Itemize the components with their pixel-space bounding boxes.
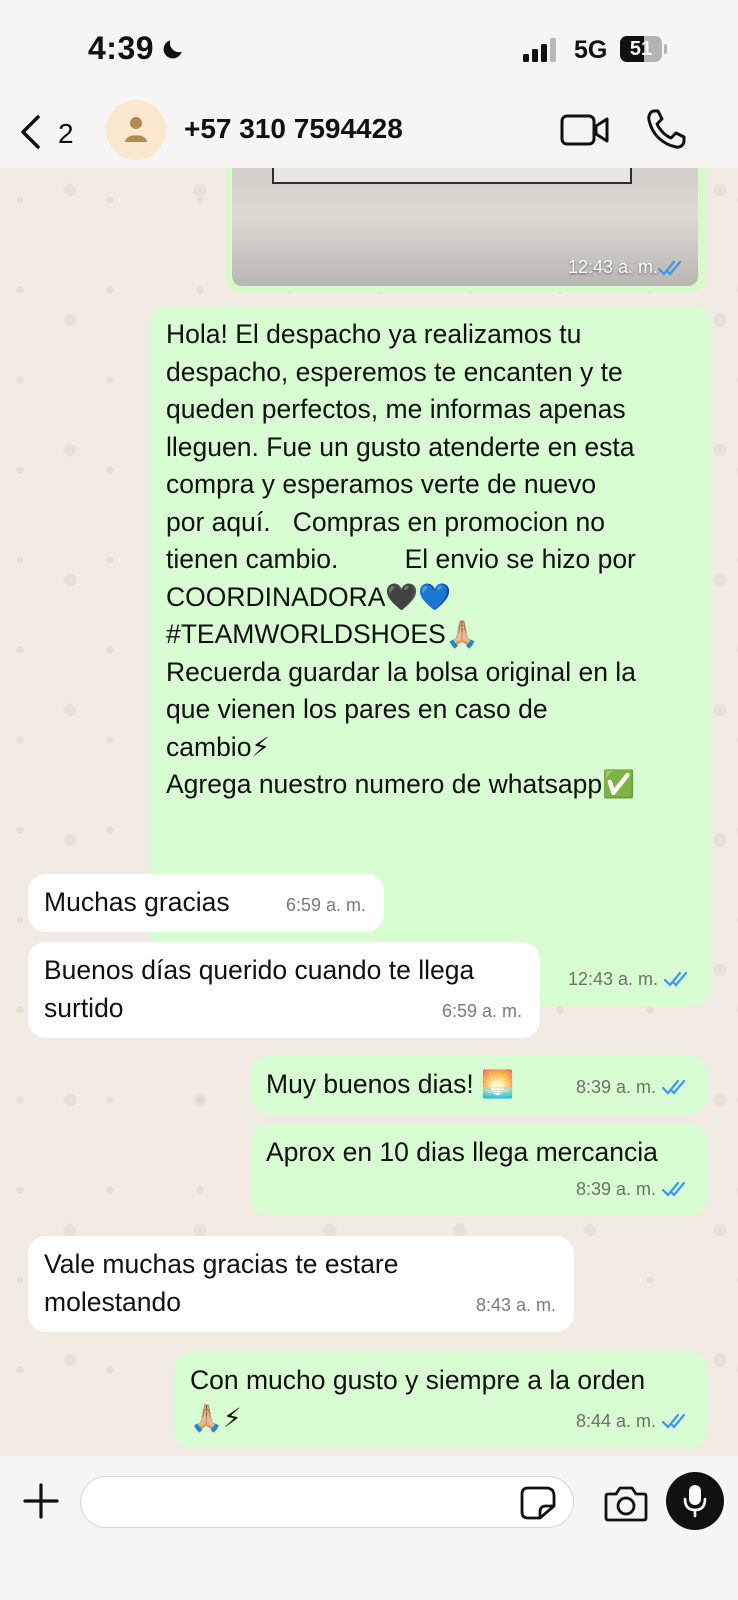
- back-button[interactable]: 2: [18, 108, 88, 156]
- incoming-message[interactable]: Muchas gracias 6:59 a. m.: [28, 874, 384, 932]
- sticker-icon[interactable]: [520, 1486, 556, 1520]
- moon-icon: [163, 40, 182, 59]
- read-ticks-icon: [658, 260, 682, 276]
- message-meta: 8:39 a. m.: [576, 1069, 690, 1107]
- image-message[interactable]: 2026-05-19 12:43 a. m.: [226, 168, 706, 292]
- message-input[interactable]: [80, 1476, 574, 1528]
- person-icon: [125, 117, 147, 142]
- message-meta: 6:59 a. m.: [442, 993, 522, 1031]
- network-label: 5G: [574, 36, 608, 64]
- plus-icon[interactable]: [22, 1482, 60, 1520]
- image-preview[interactable]: 2026-05-19 12:43 a. m.: [232, 168, 698, 286]
- message-time: 12:43 a. m.: [567, 257, 658, 277]
- message-time: 8:43 a. m.: [475, 1294, 556, 1315]
- unread-chats-count: 2: [58, 118, 74, 149]
- message-meta: 6:59 a. m.: [286, 887, 366, 925]
- read-ticks-icon: [662, 1414, 686, 1429]
- chat-header: 2 +57 310 7594428: [0, 96, 738, 168]
- incoming-message[interactable]: Vale muchas gracias te estare molestando…: [28, 1236, 574, 1332]
- outgoing-message[interactable]: Con mucho gusto y siempre a la orden 🙏🏼⚡…: [174, 1352, 708, 1448]
- battery-level: 51: [629, 38, 653, 60]
- message-time: 12:43 a. m.: [567, 968, 658, 989]
- message-meta: 8:44 a. m.: [576, 1403, 690, 1441]
- status-bar: 4:39 5G 51: [0, 0, 738, 96]
- camera-icon[interactable]: [604, 1484, 648, 1522]
- read-ticks-icon: [662, 1080, 686, 1095]
- message-time: 8:39 a. m.: [575, 1178, 656, 1199]
- video-call-icon[interactable]: [560, 110, 610, 150]
- contact-name[interactable]: +57 310 7594428: [184, 113, 403, 145]
- document-photo: [272, 168, 632, 184]
- read-ticks-icon: [662, 1182, 686, 1197]
- document-date-text: 2026-05-19: [442, 168, 503, 170]
- voice-message-button[interactable]: [666, 1472, 724, 1530]
- message-text: Aprox en 10 dias llega mercancia: [266, 1137, 658, 1167]
- outgoing-message[interactable]: Aprox en 10 dias llega mercancia 8:39 a.…: [250, 1124, 708, 1216]
- status-time: 4:39: [88, 30, 155, 66]
- message-time: 8:44 a. m.: [575, 1410, 656, 1431]
- outgoing-message[interactable]: Muy buenos dias! 🌅 8:39 a. m.: [250, 1056, 708, 1114]
- chevron-left-icon: [21, 115, 40, 149]
- read-ticks-icon: [664, 972, 688, 987]
- phone-icon[interactable]: [646, 108, 686, 150]
- message-text: Hola! El despacho ya realizamos tu despa…: [166, 319, 636, 799]
- message-meta: 12:43 a. m.: [568, 961, 692, 999]
- message-time: 6:59 a. m.: [285, 894, 366, 915]
- message-time: 8:39 a. m.: [575, 1076, 656, 1097]
- message-meta: 8:43 a. m.: [476, 1287, 556, 1325]
- incoming-message[interactable]: Buenos días querido cuando te llega surt…: [28, 942, 540, 1038]
- composer-bar: [0, 1456, 738, 1600]
- message-list[interactable]: 2026-05-19 12:43 a. m. Hola! El despacho…: [0, 168, 738, 1456]
- message-meta: 8:39 a. m.: [576, 1171, 690, 1209]
- contact-avatar[interactable]: [106, 100, 166, 160]
- microphone-icon: [683, 1485, 707, 1518]
- signal-icon: [523, 38, 556, 62]
- message-time: 6:59 a. m.: [441, 1000, 522, 1021]
